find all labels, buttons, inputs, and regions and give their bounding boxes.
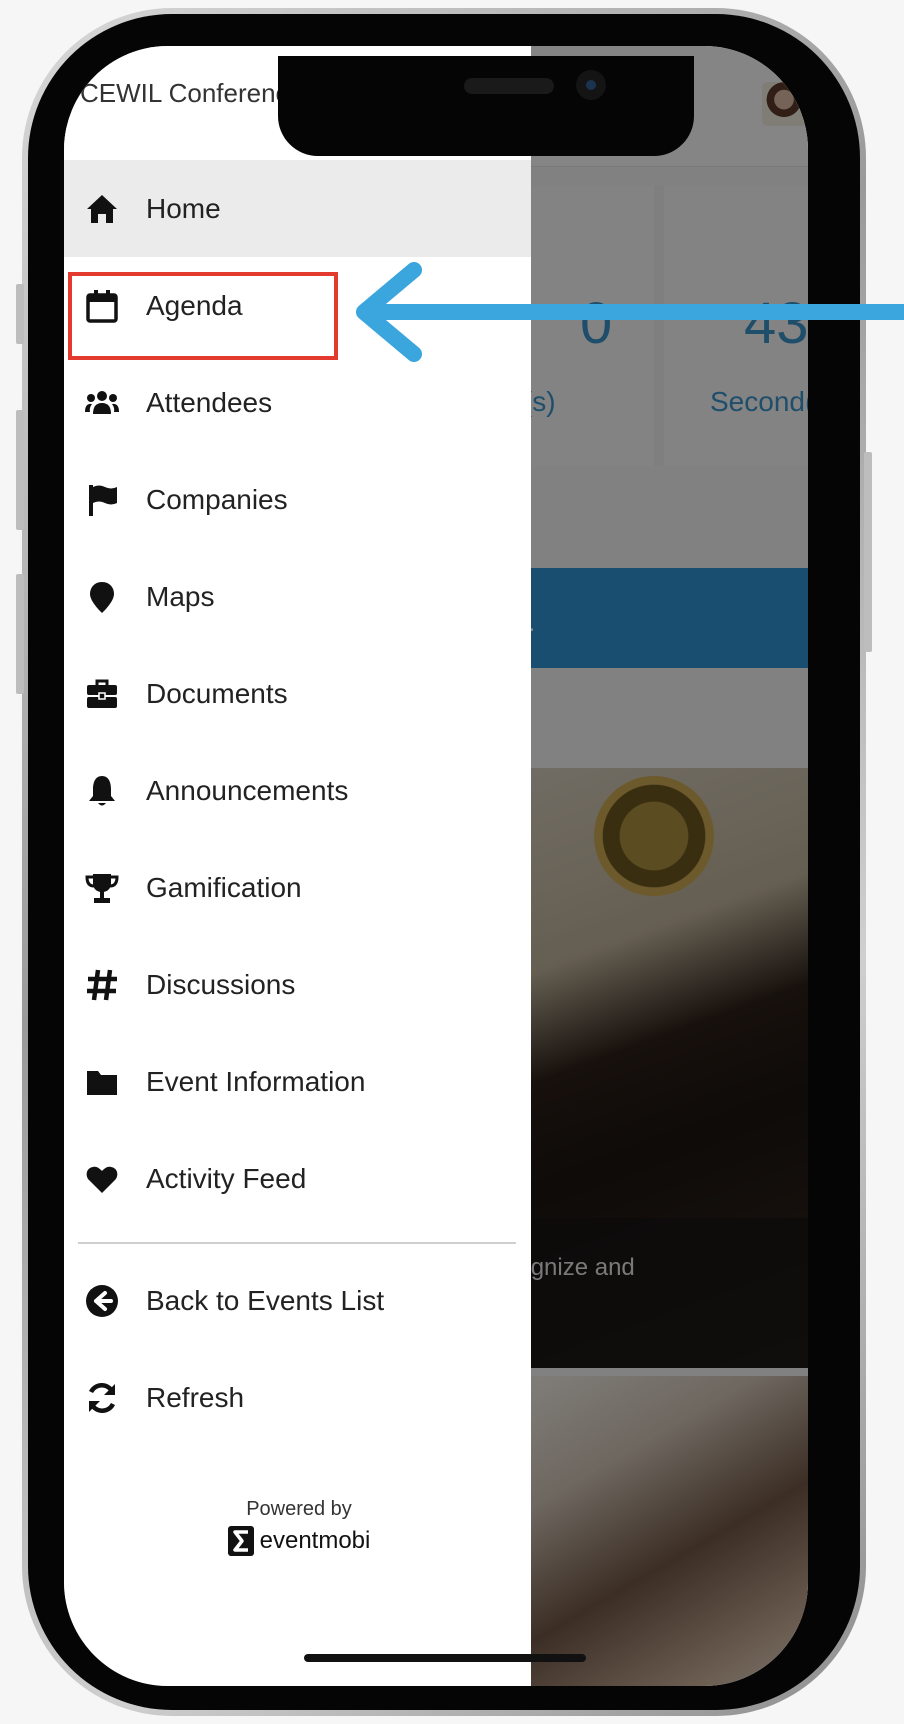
phone-notch: [278, 56, 694, 156]
front-camera: [576, 70, 606, 100]
powered-by-text: Powered by: [246, 1498, 352, 1520]
menu-label-gamification: Gamification: [146, 871, 302, 903]
drawer-secondary-menu: Back to Events List Refresh: [64, 1252, 531, 1446]
menu-divider: [78, 1242, 516, 1244]
refresh-icon: [84, 1380, 120, 1416]
pointer-arrow-icon: [356, 262, 904, 362]
menu-item-activity-feed[interactable]: Activity Feed: [64, 1130, 531, 1227]
volume-down-button: [16, 574, 24, 694]
menu-item-discussions[interactable]: Discussions: [64, 936, 531, 1033]
menu-label-companies: Companies: [146, 483, 288, 515]
menu-label-activity-feed: Activity Feed: [146, 1162, 307, 1194]
menu-item-companies[interactable]: Companies: [64, 451, 531, 548]
event-title: CEWIL Conference: [80, 78, 304, 108]
eventmobi-sigma-icon: [227, 1526, 254, 1556]
menu-label-announcements: Announcements: [146, 774, 349, 806]
menu-item-home[interactable]: Home: [64, 160, 531, 257]
folder-icon: [84, 1064, 120, 1100]
mute-switch: [16, 284, 24, 344]
users-icon: [84, 385, 120, 421]
eventmobi-brand-text: eventmobi: [259, 1527, 371, 1554]
trophy-icon: [84, 870, 120, 906]
menu-label-back-to-events: Back to Events List: [146, 1284, 385, 1316]
menu-item-refresh[interactable]: Refresh: [64, 1349, 531, 1446]
home-icon: [84, 191, 120, 227]
menu-label-attendees: Attendees: [146, 386, 273, 418]
menu-item-gamification[interactable]: Gamification: [64, 839, 531, 936]
agenda-highlight-box: [68, 272, 338, 360]
menu-item-documents[interactable]: Documents: [64, 645, 531, 742]
menu-label-documents: Documents: [146, 677, 288, 709]
map-marker-icon: [84, 579, 120, 615]
eventmobi-logo[interactable]: eventmobi: [194, 1526, 404, 1556]
menu-item-maps[interactable]: Maps: [64, 548, 531, 645]
menu-item-announcements[interactable]: Announcements: [64, 742, 531, 839]
back-arrow-circle-icon: [84, 1283, 120, 1319]
menu-item-event-information[interactable]: Event Information: [64, 1033, 531, 1130]
power-button: [864, 452, 872, 652]
heart-icon: [84, 1161, 120, 1197]
hashtag-icon: [84, 967, 120, 1003]
flag-icon: [84, 482, 120, 518]
menu-item-attendees[interactable]: Attendees: [64, 354, 531, 451]
menu-label-refresh: Refresh: [146, 1381, 245, 1413]
menu-label-event-information: Event Information: [146, 1065, 366, 1097]
menu-label-home: Home: [146, 192, 221, 224]
menu-item-back-to-events[interactable]: Back to Events List: [64, 1252, 531, 1349]
menu-label-discussions: Discussions: [146, 968, 296, 1000]
bell-icon: [84, 773, 120, 809]
briefcase-icon: [84, 676, 120, 712]
volume-up-button: [16, 410, 24, 530]
home-indicator[interactable]: [304, 1654, 586, 1662]
menu-label-maps: Maps: [146, 580, 215, 612]
notch-speaker: [464, 78, 554, 94]
